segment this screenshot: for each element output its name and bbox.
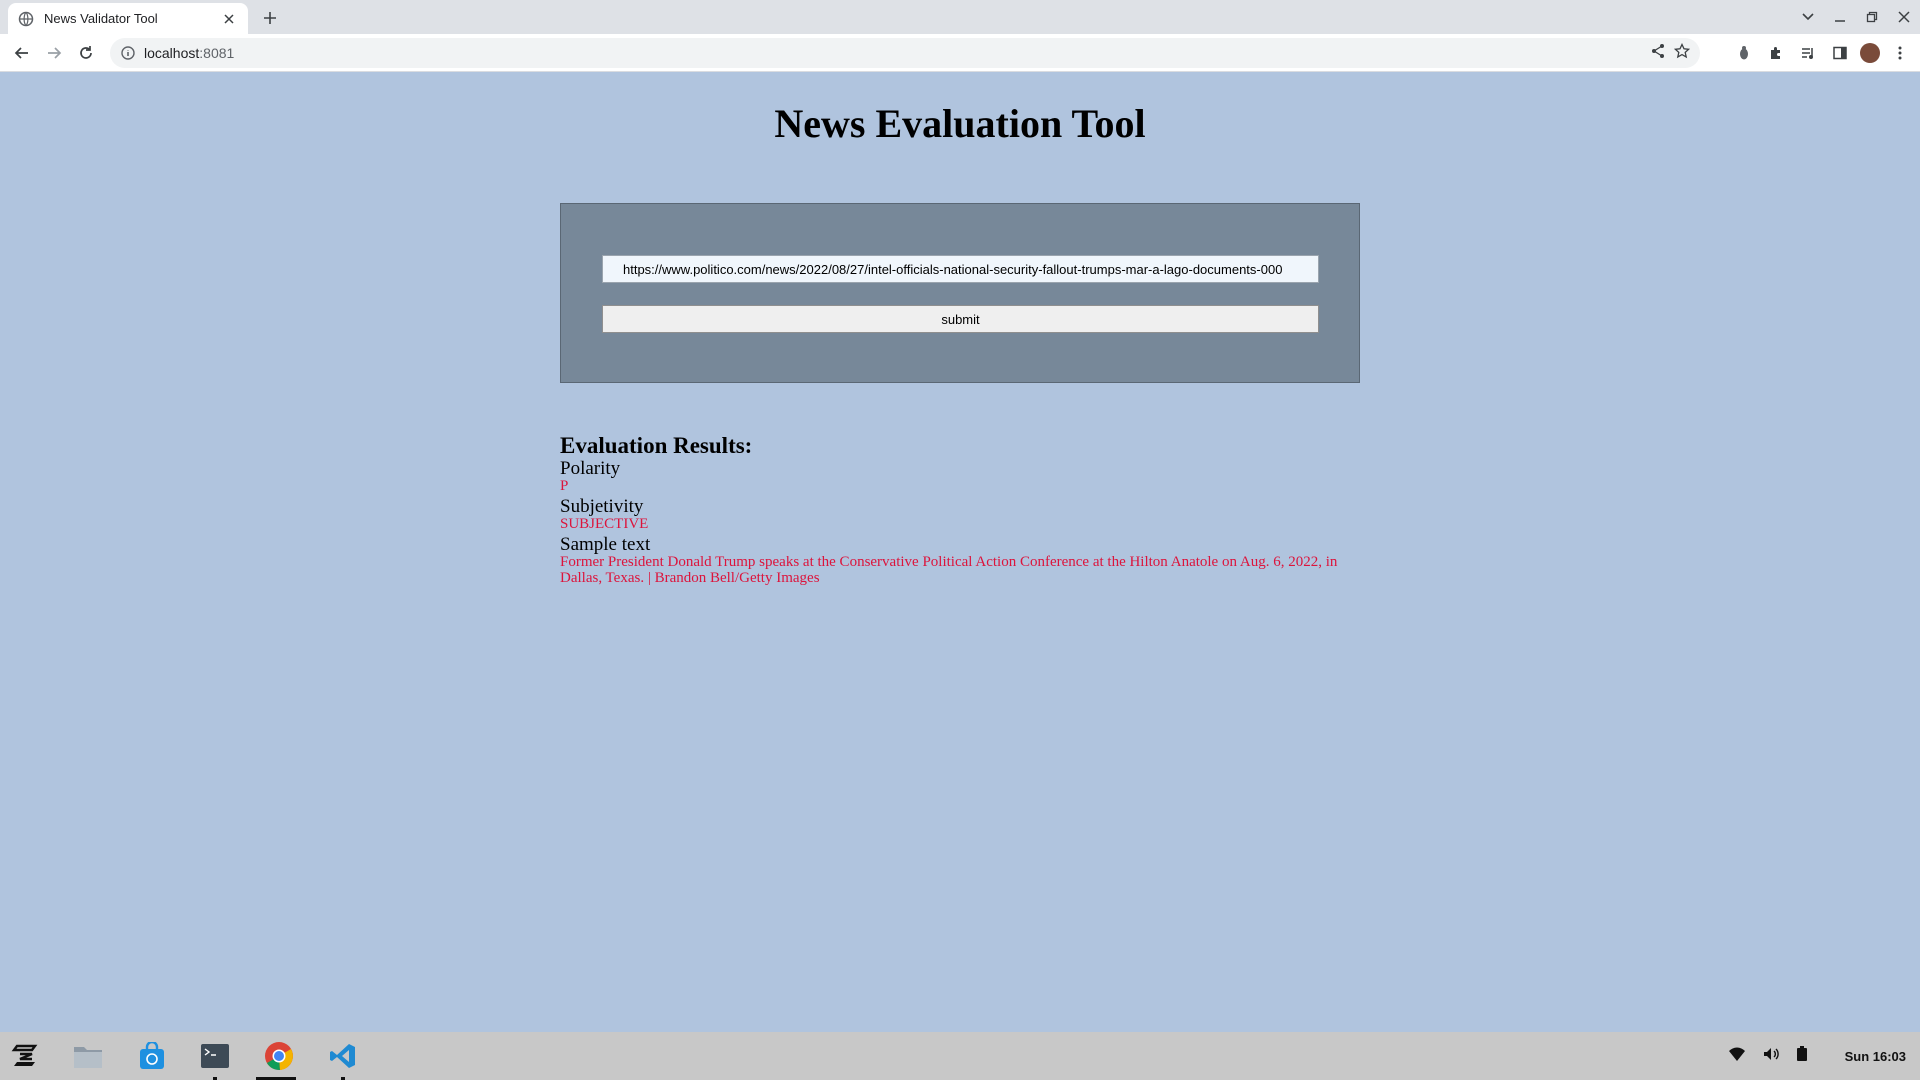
omnibox-actions: [1650, 38, 1691, 68]
browser-toolbar: localhost:8081: [0, 34, 1920, 72]
tab-search-icon[interactable]: [1792, 0, 1824, 34]
url-form: submit: [560, 203, 1360, 383]
address-bar[interactable]: localhost:8081: [110, 38, 1700, 68]
tab-title: News Validator Tool: [44, 11, 158, 26]
share-icon[interactable]: [1650, 43, 1666, 64]
wifi-icon[interactable]: [1728, 1047, 1745, 1066]
reload-icon[interactable]: [74, 41, 98, 65]
bookmark-star-icon[interactable]: [1673, 42, 1691, 64]
side-panel-icon[interactable]: [1828, 41, 1852, 65]
url-port: :8081: [199, 45, 235, 61]
forward-icon[interactable]: [42, 41, 66, 65]
globe-icon: [18, 11, 34, 27]
restore-icon[interactable]: [1856, 0, 1888, 34]
chrome-menu-icon[interactable]: [1888, 41, 1912, 65]
puzzle-extensions-icon[interactable]: [1764, 41, 1788, 65]
vscode-icon[interactable]: [327, 1040, 359, 1072]
terminal-icon[interactable]: [199, 1040, 231, 1072]
polarity-value: P: [560, 478, 569, 494]
chrome-icon[interactable]: [263, 1040, 295, 1072]
back-icon[interactable]: [10, 41, 34, 65]
results-heading: Evaluation Results:: [560, 433, 753, 458]
subjectivity-label: Subjetivity: [560, 496, 644, 517]
new-tab-icon[interactable]: [258, 6, 282, 30]
media-queue-icon[interactable]: [1796, 41, 1820, 65]
extension-icons: [1732, 41, 1912, 65]
browser-tab-bar: News Validator Tool: [0, 0, 1920, 34]
page-content: News Evaluation Tool submit Evaluation R…: [0, 72, 1920, 1032]
submit-button[interactable]: submit: [602, 305, 1319, 333]
taskbar-clock[interactable]: Sun 16:03: [1845, 1049, 1906, 1064]
files-icon[interactable]: [72, 1040, 104, 1072]
article-url-input[interactable]: [602, 255, 1319, 283]
close-window-icon[interactable]: [1888, 0, 1920, 34]
profile-avatar[interactable]: [1860, 43, 1880, 63]
zorin-menu-icon[interactable]: [10, 1040, 42, 1072]
evaluation-results: Evaluation Results: Polarity P Subjetivi…: [560, 433, 1360, 589]
battery-icon[interactable]: [1796, 1046, 1807, 1066]
bug-extension-icon[interactable]: [1732, 41, 1756, 65]
polarity-label: Polarity: [560, 458, 621, 479]
volume-icon[interactable]: [1763, 1047, 1779, 1066]
site-info-icon[interactable]: [120, 45, 136, 61]
sample-text-value: Former President Donald Trump speaks at …: [560, 554, 1338, 586]
page-title: News Evaluation Tool: [774, 101, 1146, 146]
browser-tab[interactable]: News Validator Tool: [8, 3, 248, 34]
system-tray: Sun 16:03: [1728, 1032, 1906, 1080]
taskbar: Sun 16:03: [0, 1032, 1920, 1080]
software-store-icon[interactable]: [136, 1040, 168, 1072]
minimize-icon[interactable]: [1824, 0, 1856, 34]
address-url: localhost:8081: [144, 45, 234, 61]
sample-text-label: Sample text: [560, 534, 651, 555]
window-controls: [1792, 0, 1920, 34]
url-host: localhost: [144, 45, 200, 61]
subjectivity-value: SUBJECTIVE: [560, 516, 649, 532]
close-tab-icon[interactable]: [220, 10, 238, 28]
